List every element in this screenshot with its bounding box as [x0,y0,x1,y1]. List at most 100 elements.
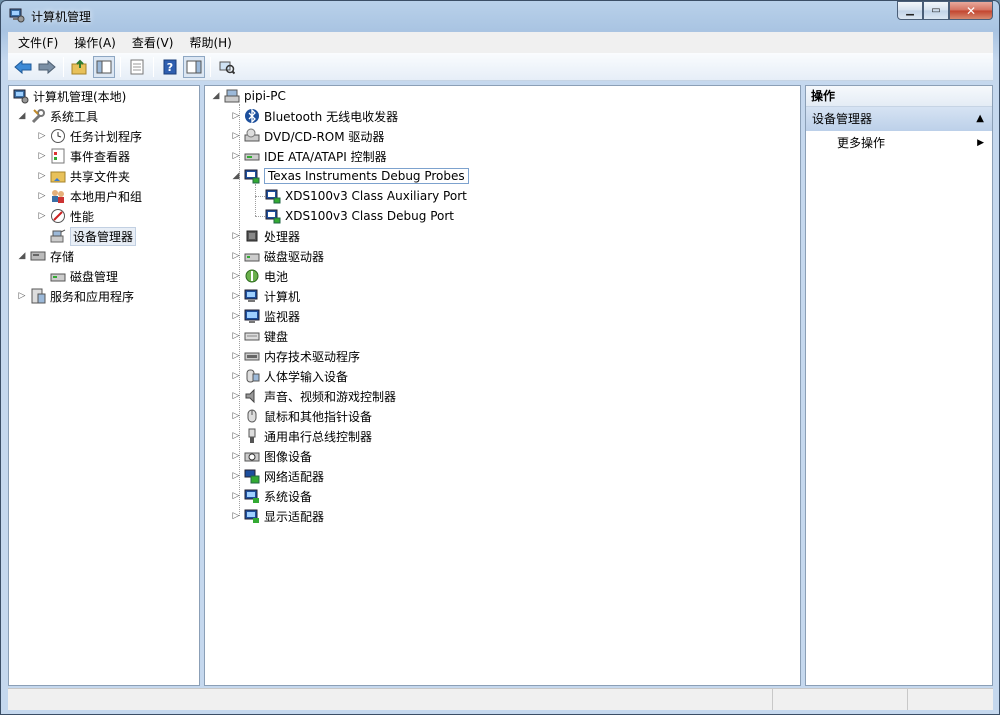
collapse-arrow-icon[interactable]: ◢ [231,171,241,181]
clock-icon [50,128,66,144]
show-hide-console-tree-button[interactable] [93,55,115,78]
tree-item-category-12[interactable]: ▷ 声音、视频和游戏控制器 [231,386,396,406]
tree-item-label: 电池 [264,269,289,284]
back-arrow-icon [14,59,32,74]
tree-item-task-scheduler[interactable]: ▷ 任务计划程序 [37,126,142,146]
tree-item-category-3[interactable]: ◢ Texas Instruments Debug Probes [231,166,469,186]
tree-item-category-6[interactable]: ▷ 电池 [231,266,288,286]
expand-arrow-icon[interactable]: ▷ [231,231,241,241]
menu-action[interactable]: 操作(A) [64,34,122,51]
collapse-arrow-icon[interactable]: ◢ [17,251,27,261]
tree-item-category-13[interactable]: ▷ 鼠标和其他指针设备 [231,406,372,426]
actions-section-device-manager[interactable]: 设备管理器 ▲ [806,107,992,131]
more-actions-item[interactable]: 更多操作 ▶ [806,131,992,155]
tree-item-label: 计算机 [264,289,301,304]
expand-arrow-icon[interactable]: ▷ [231,131,241,141]
tree-item-category-10[interactable]: ▷ 内存技术驱动程序 [231,346,360,366]
help-button[interactable]: ? [159,56,181,78]
battery-icon [244,268,260,284]
collapse-up-icon[interactable]: ▲ [976,107,984,131]
more-actions-label: 更多操作 [837,136,886,150]
tree-item-category-16[interactable]: ▷ 网络适配器 [231,466,324,486]
back-button[interactable] [12,56,34,78]
properties-button[interactable] [126,56,148,78]
expand-arrow-icon[interactable]: ▷ [231,471,241,481]
expand-arrow-icon[interactable]: ▷ [37,131,47,141]
tree-item-category-5[interactable]: ▷ 磁盘驱动器 [231,246,324,266]
tree-item-category-15[interactable]: ▷ 图像设备 [231,446,312,466]
tree-item-category-14[interactable]: ▷ 通用串行总线控制器 [231,426,372,446]
users-icon [50,188,66,204]
tree-item-ti-port-1[interactable]: XDS100v3 Class Debug Port [265,206,454,226]
status-cell [773,689,908,710]
expand-arrow-icon[interactable]: ▷ [231,331,241,341]
expand-arrow-icon[interactable]: ▷ [231,431,241,441]
tree-item-category-2[interactable]: ▷ IDE ATA/ATAPI 控制器 [231,146,387,166]
tree-item-disk-management[interactable]: 磁盘管理 [50,266,118,286]
tree-item-storage[interactable]: ◢ 存储 [17,246,74,266]
tree-item-category-11[interactable]: ▷ 人体学输入设备 [231,366,348,386]
expand-arrow-icon[interactable]: ▷ [231,371,241,381]
performance-icon [50,208,66,224]
menu-help[interactable]: 帮助(H) [179,34,237,51]
storage-icon [30,248,46,264]
pc-icon [224,88,240,104]
up-one-level-button[interactable] [69,56,91,78]
expand-arrow-icon[interactable]: ▷ [37,191,47,201]
expand-arrow-icon[interactable]: ▷ [37,171,47,181]
expand-arrow-icon[interactable]: ▷ [17,291,27,301]
expand-arrow-icon[interactable]: ▷ [231,451,241,461]
tree-item-category-17[interactable]: ▷ 系统设备 [231,486,312,506]
tree-item-system-tools[interactable]: ◢ 系统工具 [17,106,98,126]
menu-view[interactable]: 查看(V) [122,34,180,51]
expand-arrow-icon[interactable]: ▷ [231,271,241,281]
tree-item-device-manager[interactable]: 设备管理器 [50,226,137,246]
expand-arrow-icon[interactable]: ▷ [231,511,241,521]
menu-file[interactable]: 文件(F) [8,34,64,51]
tree-item-shared-folders[interactable]: ▷ 共享文件夹 [37,166,130,186]
tree-item-category-4[interactable]: ▷ 处理器 [231,226,300,246]
forward-arrow-icon [38,59,56,74]
tree-item-computer-root[interactable]: ◢ pipi-PC [211,86,286,106]
tree-item-ti-port-0[interactable]: XDS100v3 Class Auxiliary Port [265,186,467,206]
tree-item-category-9[interactable]: ▷ 键盘 [231,326,288,346]
tree-item-category-18[interactable]: ▷ 显示适配器 [231,506,324,526]
expand-arrow-icon[interactable]: ▷ [231,411,241,421]
expand-arrow-icon[interactable]: ▷ [37,211,47,221]
tree-item-category-0[interactable]: ▷ Bluetooth 无线电收发器 [231,106,398,126]
tree-item-label: 声音、视频和游戏控制器 [264,389,397,404]
expand-arrow-icon[interactable]: ▷ [231,291,241,301]
tree-item-label: XDS100v3 Class Debug Port [285,209,454,223]
svg-text:?: ? [167,61,173,74]
expand-arrow-icon[interactable]: ▷ [37,151,47,161]
collapse-arrow-icon[interactable]: ◢ [17,111,27,121]
expand-arrow-icon[interactable]: ▷ [231,491,241,501]
console-tree: 计算机管理(本地) ◢ 系统工具 ▷ 任务计划程序 ▷ 事件查看器 ▷ 共享文件… [8,85,200,686]
expand-arrow-icon[interactable]: ▷ [231,251,241,261]
hid-icon [244,368,260,384]
forward-button[interactable] [36,56,58,78]
expand-arrow-icon[interactable]: ▷ [231,111,241,121]
minimize-button[interactable]: ▁ [897,1,923,20]
tree-item-event-viewer[interactable]: ▷ 事件查看器 [37,146,130,166]
title-bar[interactable]: 计算机管理 ▁ ▭ ✕ [1,1,999,31]
expand-arrow-icon[interactable]: ▷ [231,351,241,361]
disk-management-icon [50,268,66,284]
expand-arrow-icon[interactable]: ▷ [231,151,241,161]
tree-item-label: 事件查看器 [70,149,131,164]
expand-arrow-icon[interactable]: ▷ [231,311,241,321]
show-hide-action-pane-button[interactable] [183,55,205,78]
scan-hardware-button[interactable] [216,56,238,78]
toolbar-separator [210,56,211,77]
tree-item-services-apps[interactable]: ▷ 服务和应用程序 [17,286,134,306]
tree-item-category-8[interactable]: ▷ 监视器 [231,306,300,326]
tree-item-computer-management[interactable]: 计算机管理(本地) [13,86,126,106]
collapse-arrow-icon[interactable]: ◢ [211,91,221,101]
close-button[interactable]: ✕ [949,1,993,20]
tree-item-category-1[interactable]: ▷ DVD/CD-ROM 驱动器 [231,126,384,146]
maximize-button[interactable]: ▭ [923,1,949,20]
expand-arrow-icon[interactable]: ▷ [231,391,241,401]
tree-item-performance[interactable]: ▷ 性能 [37,206,94,226]
tree-item-category-7[interactable]: ▷ 计算机 [231,286,300,306]
tree-item-local-users-groups[interactable]: ▷ 本地用户和组 [37,186,142,206]
